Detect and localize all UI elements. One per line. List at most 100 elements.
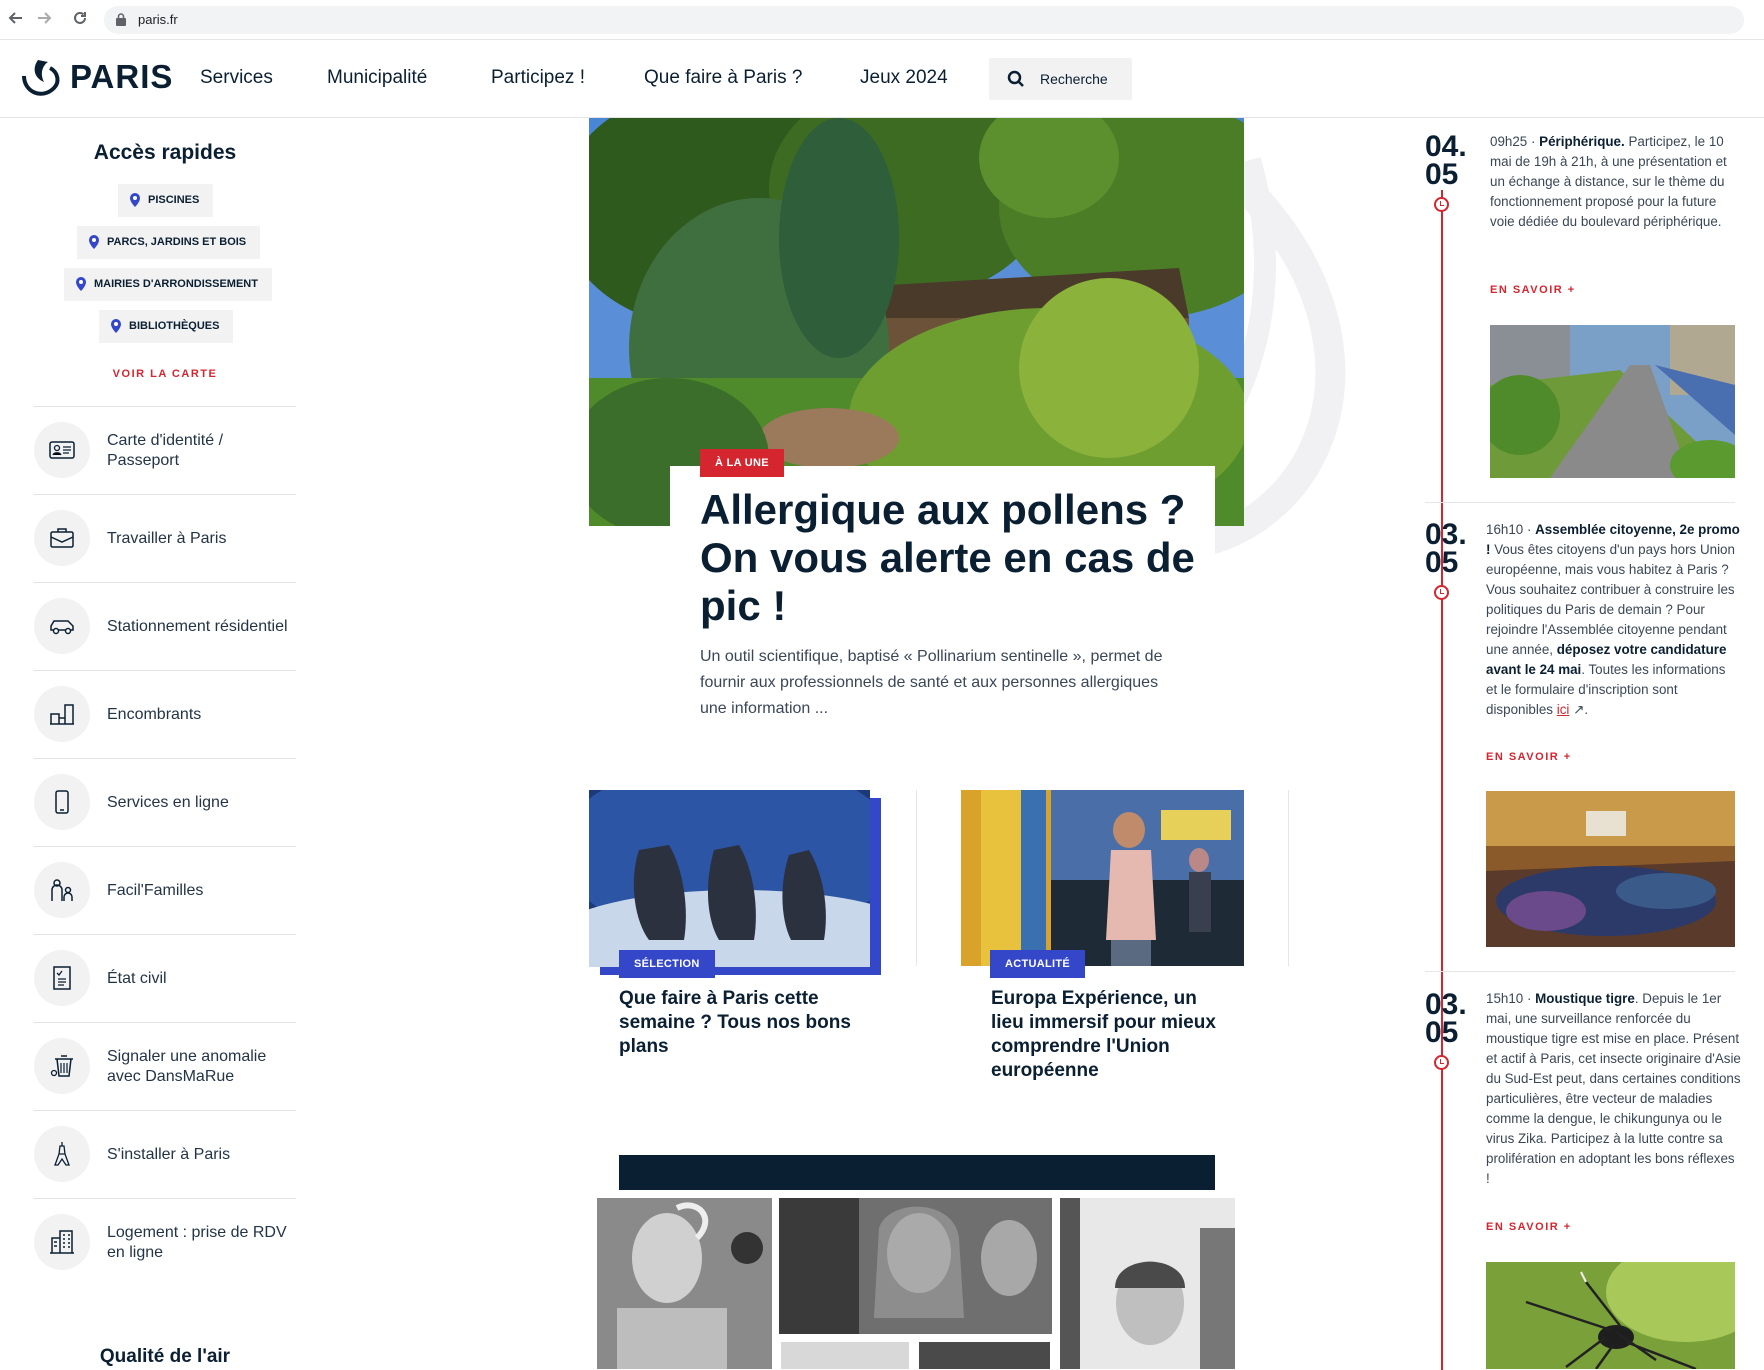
card-title[interactable]: Que faire à Paris cette semaine ? Tous n…	[619, 987, 859, 1059]
timeline-text: 09h25 · Périphérique. Participez, le 10 …	[1490, 132, 1740, 232]
service-item-identite[interactable]: Carte d'identité / Passeport	[34, 406, 296, 494]
clock-icon	[1434, 197, 1449, 212]
service-item-stationnement[interactable]: Stationnement résidentiel	[34, 582, 296, 670]
gallery-image-1[interactable]	[597, 1198, 772, 1369]
reload-icon[interactable]	[70, 9, 90, 29]
furniture-icon	[34, 686, 90, 742]
card-title[interactable]: Europa Expérience, un lieu immersif pour…	[991, 987, 1231, 1083]
quick-link-label: PARCS, JARDINS ET BOIS	[107, 236, 247, 248]
service-item-encombrants[interactable]: Encombrants	[34, 670, 296, 758]
eiffel-tower-icon	[34, 1126, 90, 1182]
nav-municipalite[interactable]: Municipalité	[327, 67, 427, 89]
service-item-facil-familles[interactable]: Facil'Familles	[34, 846, 296, 934]
timeline-date: 04. 05	[1425, 130, 1467, 190]
search-label: Recherche	[1040, 71, 1108, 87]
see-map-link[interactable]: VOIR LA CARTE	[0, 368, 330, 380]
service-item-dansmarue[interactable]: Signaler une anomalie avec DansMaRue	[34, 1022, 296, 1110]
quick-link-label: PISCINES	[148, 194, 200, 206]
quick-access-title: Accès rapides	[93, 141, 237, 164]
quick-link-bibliotheques[interactable]: BIBLIOTHÈQUES	[99, 310, 234, 343]
hero-tag: À LA UNE	[700, 449, 784, 477]
timeline-time: 09h25 ·	[1490, 134, 1540, 149]
nav-que-faire[interactable]: Que faire à Paris ?	[644, 67, 802, 89]
gallery-image-4[interactable]	[919, 1342, 1050, 1369]
gallery-image-5[interactable]	[1060, 1198, 1235, 1369]
document-icon	[34, 950, 90, 1006]
timeline-date: 03. 05	[1425, 520, 1467, 579]
service-label: Encombrants	[107, 706, 202, 723]
timeline-headline: Moustique tigre	[1535, 991, 1635, 1006]
service-item-logement[interactable]: Logement : prise de RDV en ligne	[34, 1198, 296, 1286]
timeline-image-peripherique[interactable]	[1490, 325, 1735, 478]
family-icon	[34, 862, 90, 918]
timeline-date-day: 03.	[1425, 988, 1467, 1021]
address-bar[interactable]: paris.fr	[104, 6, 1744, 34]
timeline-separator	[1425, 502, 1735, 503]
paris-logo-icon[interactable]	[18, 58, 64, 100]
quick-link-label: MAIRIES D'ARRONDISSEMENT	[94, 278, 258, 290]
smartphone-icon	[34, 774, 90, 830]
paris-logo-text[interactable]: PARIS	[70, 58, 173, 96]
card-image-selection[interactable]	[589, 790, 870, 967]
gallery-image-2[interactable]	[779, 1198, 1052, 1334]
arrow-right-icon[interactable]	[34, 9, 54, 29]
service-item-etat-civil[interactable]: État civil	[34, 934, 296, 1022]
quick-link-piscines[interactable]: PISCINES	[118, 184, 214, 217]
service-item-travailler[interactable]: Travailler à Paris	[34, 494, 296, 582]
lock-icon	[116, 13, 126, 26]
divider	[916, 790, 917, 966]
timeline-time: 15h10 ·	[1486, 991, 1536, 1006]
gallery-image-3[interactable]	[781, 1342, 909, 1369]
divider	[1288, 790, 1289, 966]
map-pin-icon	[89, 235, 99, 249]
service-label: Travailler à Paris	[107, 530, 227, 547]
briefcase-icon	[34, 510, 90, 566]
timeline-body: Vous êtes citoyens d'un pays hors Union …	[1486, 542, 1735, 657]
timeline-text: 16h10 · Assemblée citoyenne, 2e promo ! …	[1486, 522, 1740, 717]
quick-link-parcs[interactable]: PARCS, JARDINS ET BOIS	[77, 226, 261, 259]
map-pin-icon	[130, 193, 140, 207]
map-pin-icon	[76, 277, 86, 291]
timeline-line	[1441, 190, 1443, 1370]
service-label: État civil	[107, 970, 167, 987]
trash-bin-icon	[34, 1038, 90, 1094]
external-link-icon: ↗	[1569, 702, 1585, 717]
read-more-link[interactable]: EN SAVOIR +	[1490, 284, 1576, 296]
timeline-image-assemblee[interactable]	[1486, 791, 1735, 947]
hero-title[interactable]: Allergique aux pollens ? On vous alerte …	[700, 486, 1200, 630]
service-item-services-en-ligne[interactable]: Services en ligne	[34, 758, 296, 846]
timeline-time: 16h10 ·	[1486, 522, 1536, 537]
service-label: Logement : prise de RDV en ligne	[107, 1224, 287, 1261]
timeline-separator	[1425, 971, 1735, 972]
hero-description: Un outil scientifique, baptisé « Pollina…	[700, 648, 1163, 717]
timeline-date-month: 05	[1425, 1016, 1459, 1049]
service-label: Stationnement résidentiel	[107, 618, 288, 635]
timeline-image-moustique[interactable]	[1486, 1262, 1735, 1369]
timeline-body: . Depuis le 1er mai, une surveillance re…	[1486, 991, 1741, 1186]
service-label: S'installer à Paris	[107, 1146, 231, 1163]
nav-services[interactable]: Services	[200, 67, 273, 89]
search-icon	[1007, 70, 1024, 87]
read-more-link[interactable]: EN SAVOIR +	[1486, 751, 1572, 763]
timeline-headline: Périphérique.	[1539, 134, 1625, 149]
card-image-actualite[interactable]	[961, 790, 1244, 966]
clock-icon	[1434, 1055, 1449, 1070]
quick-link-label: BIBLIOTHÈQUES	[129, 320, 220, 332]
site-header: PARIS Services Municipalité Participez !…	[0, 40, 1764, 118]
read-more-link[interactable]: EN SAVOIR +	[1486, 1221, 1572, 1233]
hero-image[interactable]	[589, 118, 1244, 526]
service-label: Services en ligne	[107, 794, 229, 811]
browser-toolbar: paris.fr	[0, 0, 1764, 40]
nav-jeux-2024[interactable]: Jeux 2024	[860, 67, 948, 89]
building-icon	[34, 1214, 90, 1270]
timeline-text: 15h10 · Moustique tigre. Depuis le 1er m…	[1486, 989, 1742, 1189]
arrow-left-icon[interactable]	[6, 9, 26, 29]
quick-link-mairies[interactable]: MAIRIES D'ARRONDISSEMENT	[64, 268, 272, 301]
search-button[interactable]: Recherche	[989, 58, 1132, 100]
nav-participez[interactable]: Participez !	[491, 67, 585, 89]
service-item-sinstaller[interactable]: S'installer à Paris	[34, 1110, 296, 1198]
card-tag: SÉLECTION	[619, 950, 715, 978]
timeline-date-day: 04.	[1425, 130, 1467, 163]
timeline-date-month: 05	[1425, 546, 1459, 579]
inline-link[interactable]: ici	[1557, 702, 1570, 717]
